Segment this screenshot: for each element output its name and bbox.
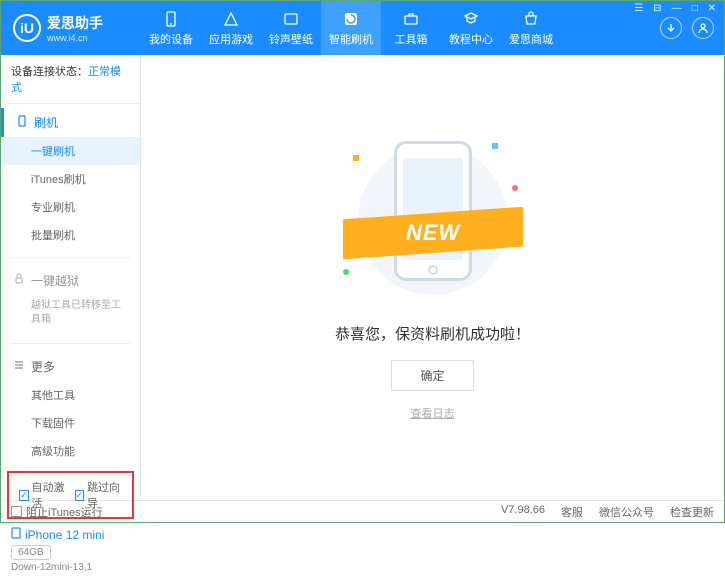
sidebar-item-pro-flash[interactable]: 专业刷机 [1, 193, 140, 221]
main-content: NEW 恭喜您，保资料刷机成功啦！ 确定 查看日志 [141, 55, 724, 500]
main-nav: 我的设备 应用游戏 铃声壁纸 智能刷机 工具箱 教程中心 爱思商城 [141, 1, 660, 55]
sidebar-item-one-click-flash[interactable]: 一键刷机 [1, 137, 140, 165]
window-controls: ☰ ⊟ — □ ✕ [632, 3, 718, 14]
lock-icon[interactable]: ⊟ [651, 3, 663, 14]
toolbox-icon [402, 10, 420, 28]
nav-apps-games[interactable]: 应用游戏 [201, 1, 261, 55]
success-message: 恭喜您，保资料刷机成功啦！ [335, 323, 530, 344]
sidebar-item-advanced[interactable]: 高级功能 [1, 437, 140, 465]
nav-store[interactable]: 爱思商城 [501, 1, 561, 55]
jailbreak-note: 越狱工具已转移至工具箱 [1, 295, 140, 335]
checkbox-icon [11, 506, 22, 517]
app-title: 爱思助手 [47, 13, 103, 33]
apps-icon [222, 10, 240, 28]
maximize-icon[interactable]: □ [690, 3, 700, 14]
lock-icon [13, 273, 25, 288]
sidebar-more-header[interactable]: 更多 [1, 352, 140, 381]
header-actions [660, 17, 724, 39]
device-info: iPhone 12 mini 64GB Down-12mini-13,1 [1, 521, 140, 579]
app-logo-icon: iU [13, 14, 41, 42]
confirm-button[interactable]: 确定 [391, 360, 473, 391]
menu-icon[interactable]: ☰ [632, 3, 645, 14]
checkbox-icon: ✓ [75, 490, 85, 501]
minimize-icon[interactable]: — [670, 3, 684, 14]
store-icon [522, 10, 540, 28]
nav-my-device[interactable]: 我的设备 [141, 1, 201, 55]
sidebar: 设备连接状态：正常模式 刷机 一键刷机 iTunes刷机 专业刷机 批量刷机 一… [1, 55, 141, 500]
customer-service-link[interactable]: 客服 [561, 504, 583, 520]
nav-toolbox[interactable]: 工具箱 [381, 1, 441, 55]
flash-icon [342, 10, 360, 28]
connection-status: 设备连接状态：正常模式 [1, 55, 140, 104]
sidebar-item-batch-flash[interactable]: 批量刷机 [1, 221, 140, 249]
close-icon[interactable]: ✕ [706, 3, 718, 14]
device-name[interactable]: iPhone 12 mini [11, 527, 130, 542]
app-header: iU 爱思助手 www.i4.cn 我的设备 应用游戏 铃声壁纸 智能刷机 工具… [1, 1, 724, 55]
logo-area: iU 爱思助手 www.i4.cn [1, 13, 141, 43]
sidebar-flash-header[interactable]: 刷机 [1, 108, 140, 137]
checkbox-icon: ✓ [19, 490, 29, 501]
sidebar-item-itunes-flash[interactable]: iTunes刷机 [1, 165, 140, 193]
wallpaper-icon [282, 10, 300, 28]
nav-ringtone-wallpaper[interactable]: 铃声壁纸 [261, 1, 321, 55]
menu-icon [13, 359, 25, 374]
phone-icon [16, 115, 28, 130]
app-subtitle: www.i4.cn [47, 33, 103, 43]
tutorial-icon [462, 10, 480, 28]
device-storage-badge: 64GB [11, 545, 51, 560]
download-button[interactable] [660, 17, 682, 39]
user-button[interactable] [692, 17, 714, 39]
wechat-link[interactable]: 微信公众号 [599, 504, 654, 520]
sidebar-item-other-tools[interactable]: 其他工具 [1, 381, 140, 409]
version-label: V7.98.66 [501, 504, 545, 520]
success-illustration: NEW [343, 135, 523, 305]
nav-tutorials[interactable]: 教程中心 [441, 1, 501, 55]
sidebar-jailbreak-header: 一键越狱 [1, 266, 140, 295]
device-model: Down-12mini-13,1 [11, 562, 130, 573]
device-icon [162, 10, 180, 28]
sidebar-item-download-firmware[interactable]: 下载固件 [1, 409, 140, 437]
checkbox-block-itunes[interactable]: 阻止iTunes运行 [11, 504, 103, 520]
check-update-link[interactable]: 检查更新 [670, 504, 714, 520]
nav-smart-flash[interactable]: 智能刷机 [321, 1, 381, 55]
phone-icon [11, 527, 21, 542]
view-log-link[interactable]: 查看日志 [411, 405, 455, 421]
